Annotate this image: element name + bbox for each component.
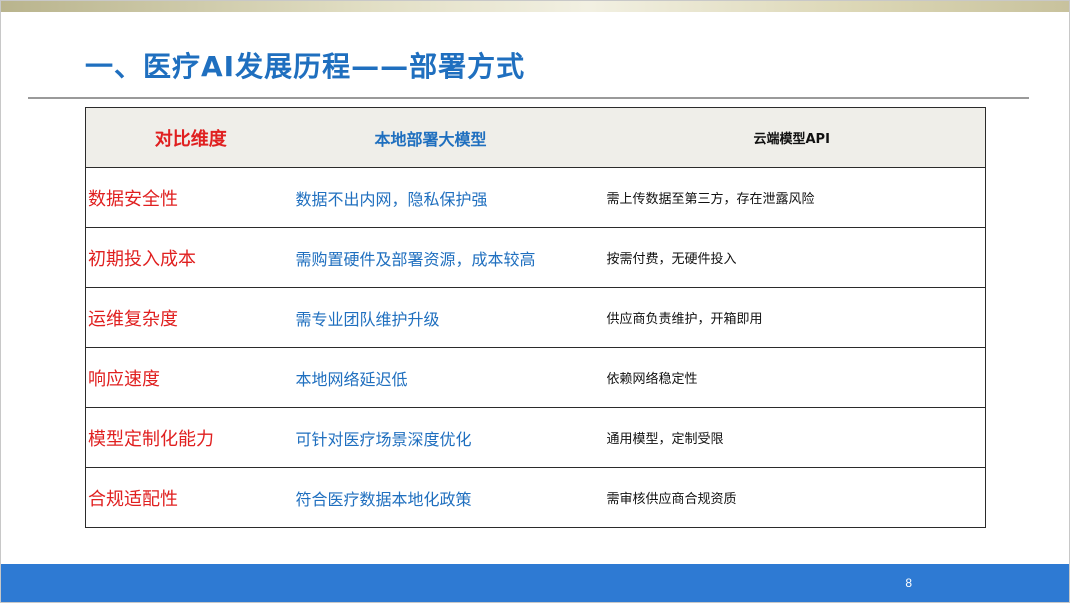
top-decorative-band	[1, 1, 1069, 12]
row-cloud-value: 需上传数据至第三方，存在泄露风险	[606, 192, 815, 207]
table-header-row: 对比维度 本地部署大模型 云端模型API	[85, 107, 986, 168]
row-local-value: 数据不出内网，隐私保护强	[295, 189, 488, 209]
header-dimension: 对比维度	[154, 128, 227, 150]
row-cloud-value: 按需付费，无硬件投入	[606, 252, 737, 267]
table-row: 初期投入成本 需购置硬件及部署资源，成本较高 按需付费，无硬件投入	[85, 227, 986, 288]
row-local-value: 需专业团队维护升级	[295, 309, 440, 329]
row-dimension: 响应速度	[88, 368, 160, 390]
row-dimension: 初期投入成本	[88, 248, 196, 270]
row-dimension: 数据安全性	[88, 188, 178, 210]
footer-bar: 8	[1, 564, 1069, 602]
table-row: 模型定制化能力 可针对医疗场景深度优化 通用模型，定制受限	[85, 407, 986, 468]
row-cloud-value: 供应商负责维护，开箱即用	[606, 312, 763, 327]
slide: 一、医疗AI发展历程——部署方式 对比维度 本地部署大模型 云端模型API 数据…	[0, 0, 1070, 603]
row-local-value: 需购置硬件及部署资源，成本较高	[295, 249, 536, 269]
row-dimension: 运维复杂度	[88, 308, 178, 330]
comparison-table: 对比维度 本地部署大模型 云端模型API 数据安全性 数据不出内网，隐私保护强 …	[85, 107, 986, 528]
row-dimension: 模型定制化能力	[88, 428, 214, 450]
table-row: 合规适配性 符合医疗数据本地化政策 需审核供应商合规资质	[85, 467, 986, 528]
row-local-value: 本地网络延迟低	[295, 369, 408, 389]
page-number: 8	[905, 576, 912, 590]
title-divider	[28, 97, 1029, 99]
row-cloud-value: 需审核供应商合规资质	[606, 492, 737, 507]
table-row: 运维复杂度 需专业团队维护升级 供应商负责维护，开箱即用	[85, 287, 986, 348]
table-row: 响应速度 本地网络延迟低 依赖网络稳定性	[85, 347, 986, 408]
header-cloud-api: 云端模型API	[753, 132, 830, 147]
row-local-value: 可针对医疗场景深度优化	[295, 429, 472, 449]
table-row: 数据安全性 数据不出内网，隐私保护强 需上传数据至第三方，存在泄露风险	[85, 167, 986, 228]
row-cloud-value: 依赖网络稳定性	[606, 372, 698, 387]
header-local-deployment: 本地部署大模型	[374, 129, 487, 149]
page-title: 一、医疗AI发展历程——部署方式	[85, 50, 526, 83]
row-cloud-value: 通用模型，定制受限	[606, 432, 724, 447]
row-dimension: 合规适配性	[88, 488, 178, 510]
row-local-value: 符合医疗数据本地化政策	[295, 489, 472, 509]
